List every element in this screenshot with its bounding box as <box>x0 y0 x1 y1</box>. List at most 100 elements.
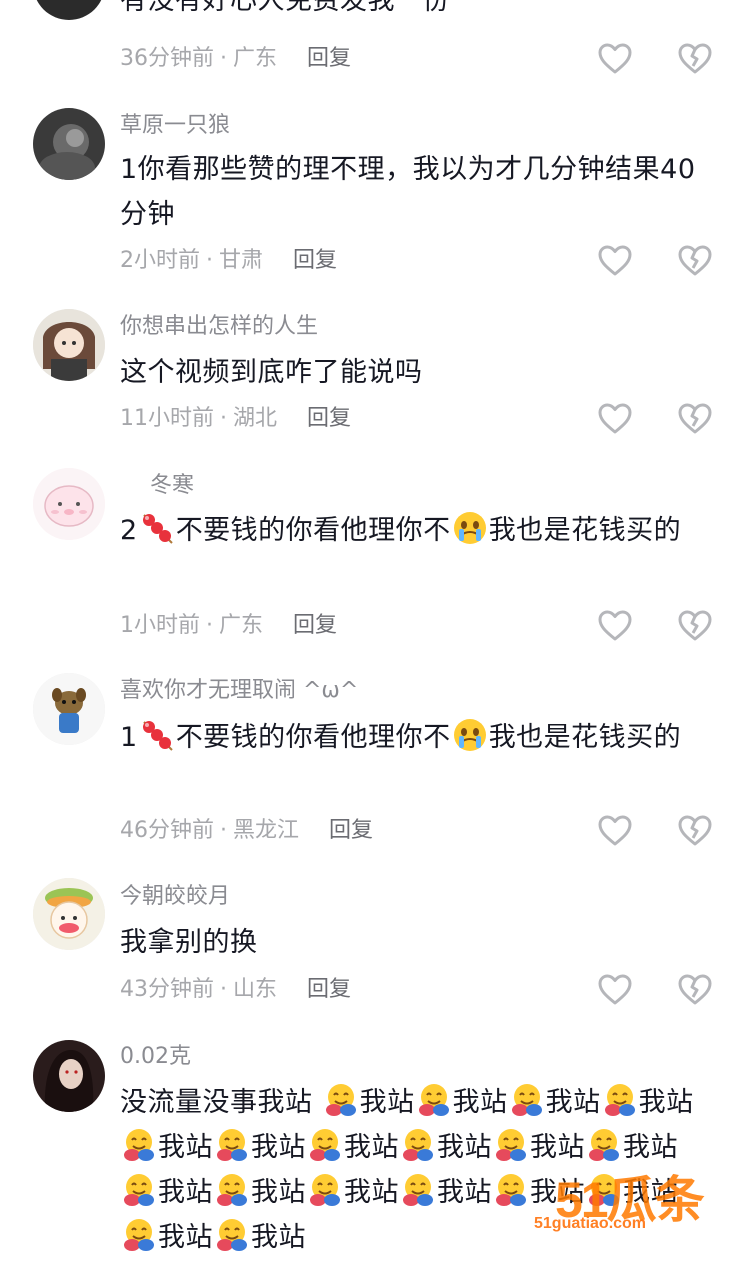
reply-button[interactable]: 回复 <box>293 248 337 273</box>
hug-emoji-icon <box>306 1126 344 1164</box>
dislike-broken-heart-icon[interactable] <box>677 972 713 1008</box>
comment-location: 山东 <box>233 977 278 1002</box>
avatar[interactable] <box>33 1040 105 1112</box>
watermark-url: 51guatiao.com <box>534 1215 647 1232</box>
hug-emoji-icon <box>213 1216 251 1254</box>
comment-username[interactable]: 草原一只狼 <box>120 111 230 141</box>
comment-meta: 46分钟前 · 黑龙江 回复 <box>120 816 373 846</box>
dislike-broken-heart-icon[interactable] <box>677 608 713 644</box>
text-segment: 我站 <box>623 1132 678 1163</box>
meta-separator: · <box>220 406 227 431</box>
dislike-broken-heart-icon[interactable] <box>677 813 713 849</box>
meta-separator: · <box>220 818 227 843</box>
comment-location: 湖北 <box>233 406 278 431</box>
text-segment: 我站 <box>530 1132 585 1163</box>
crying-face-emoji-icon <box>451 509 489 547</box>
comment-item: 今朝皎皎月 我拿别的换 43分钟前 · 山东 回复 <box>0 878 741 1028</box>
reply-button[interactable]: 回复 <box>329 818 373 843</box>
like-heart-icon[interactable] <box>597 41 633 77</box>
hug-emoji-icon <box>213 1126 251 1164</box>
avatar[interactable] <box>33 0 105 20</box>
like-heart-icon[interactable] <box>597 972 633 1008</box>
comment-username[interactable]: 冬寒 <box>150 471 194 501</box>
hug-emoji-icon <box>399 1171 437 1209</box>
text-segment: 我站 <box>359 1087 415 1118</box>
meta-separator: · <box>220 977 227 1002</box>
comment-text: 我拿别的换 <box>120 927 258 958</box>
dislike-broken-heart-icon[interactable] <box>677 41 713 77</box>
hug-emoji-icon <box>492 1171 530 1209</box>
comment-username[interactable]: 今朝皎皎月 <box>120 882 230 912</box>
comment-location: 黑龙江 <box>233 818 300 843</box>
candied-haw-emoji-icon <box>138 509 176 547</box>
like-heart-icon[interactable] <box>597 401 633 437</box>
comment-item: 草原一只狼 1你看那些赞的理不理，我以为才几分钟结果40分钟 2小时前 · 甘肃 回复 <box>0 105 741 290</box>
hug-emoji-icon <box>585 1126 623 1164</box>
comment-item: 喜欢你才无理取闹 ^ω^ 1 不要钱的你看他理你不 我也是花钱买的 46分钟前 · 黑龙… <box>0 673 741 863</box>
comment-time: 46分钟前 <box>120 818 214 843</box>
like-heart-icon[interactable] <box>597 243 633 279</box>
comment-username[interactable]: 0.02克 <box>120 1042 191 1072</box>
comment-text: 这个视频到底咋了能说吗 <box>120 357 423 388</box>
comment-time: 43分钟前 <box>120 977 214 1002</box>
comment-username[interactable]: 你想串出怎样的人生 <box>120 312 318 342</box>
meta-separator: · <box>206 613 213 638</box>
avatar[interactable] <box>33 468 105 540</box>
text-segment: 我站 <box>452 1087 508 1118</box>
comment-item: 0.02克 没流量没事我站 我站 我站 我站 我站 我站 我站 我站 我站 我站 我站 我站 我站 我站… <box>0 1038 741 1280</box>
comment-location: 广东 <box>233 46 278 71</box>
text-segment: 我站 <box>437 1177 492 1208</box>
avatar[interactable] <box>33 673 105 745</box>
hug-emoji-icon <box>508 1081 546 1119</box>
text-segment: 我站 <box>158 1222 213 1253</box>
reply-button[interactable]: 回复 <box>307 46 351 71</box>
hug-emoji-icon <box>120 1171 158 1209</box>
text-segment: 我站 <box>437 1132 492 1163</box>
reply-button[interactable]: 回复 <box>307 977 351 1002</box>
comment-text: 有没有好心人免费发我一份 <box>120 0 450 16</box>
comment-item: 你想串出怎样的人生 这个视频到底咋了能说吗 11小时前 · 湖北 回复 <box>0 307 741 457</box>
username-label: 你想串出怎样的人生 <box>120 314 319 339</box>
text-segment: 1 <box>120 722 138 753</box>
reply-button[interactable]: 回复 <box>293 613 337 638</box>
text-segment: 我站 <box>344 1132 399 1163</box>
text-segment: 我也是花钱买的 <box>488 515 682 546</box>
reply-button[interactable]: 回复 <box>307 406 351 431</box>
like-heart-icon[interactable] <box>597 608 633 644</box>
avatar[interactable] <box>33 108 105 180</box>
comment-location: 甘肃 <box>219 248 264 273</box>
like-heart-icon[interactable] <box>597 813 633 849</box>
username-label: 喜欢你才无理取闹 ^ω^ <box>120 678 359 703</box>
comment-meta: 2小时前 · 甘肃 回复 <box>120 246 337 276</box>
text-segment: 我站 <box>251 1177 306 1208</box>
text-segment: 没流量没事我站 <box>120 1087 313 1118</box>
candied-haw-emoji-icon <box>138 716 176 754</box>
username-label: 冬寒 <box>150 473 195 498</box>
comment-time: 36分钟前 <box>120 46 214 71</box>
text-segment: 我站 <box>638 1087 694 1118</box>
avatar[interactable] <box>33 309 105 381</box>
dislike-broken-heart-icon[interactable] <box>677 401 713 437</box>
text-segment: 我站 <box>545 1087 601 1118</box>
comment-meta: 43分钟前 · 山东 回复 <box>120 975 351 1005</box>
text-segment: 2 <box>120 515 138 546</box>
comment-meta: 1小时前 · 广东 回复 <box>120 611 337 641</box>
dislike-broken-heart-icon[interactable] <box>677 243 713 279</box>
text-segment: 我站 <box>251 1222 306 1253</box>
comment-username[interactable]: 喜欢你才无理取闹 ^ω^ <box>120 676 358 706</box>
crying-face-emoji-icon <box>451 716 489 754</box>
text-segment: 我站 <box>158 1132 213 1163</box>
meta-separator: · <box>206 248 213 273</box>
comment-text: 1你看那些赞的理不理，我以为才几分钟结果40分钟 <box>120 154 696 230</box>
text-segment: 我站 <box>158 1177 213 1208</box>
comment-list: 有没有好心人免费发我一份 36分钟前 · 广东 回复 草原一只狼 1你看那些赞的理不理… <box>0 0 741 1280</box>
hug-emoji-icon <box>306 1171 344 1209</box>
text-segment: 不要钱的你看他理你不 <box>175 722 451 753</box>
avatar[interactable] <box>33 878 105 950</box>
meta-separator: · <box>220 46 227 71</box>
hug-emoji-icon <box>601 1081 639 1119</box>
username-label: 今朝皎皎月 <box>120 884 231 909</box>
comment-location: 广东 <box>219 613 264 638</box>
text-segment: 我也是花钱买的 <box>488 722 682 753</box>
comment-item: 有没有好心人免费发我一份 36分钟前 · 广东 回复 <box>0 0 741 90</box>
